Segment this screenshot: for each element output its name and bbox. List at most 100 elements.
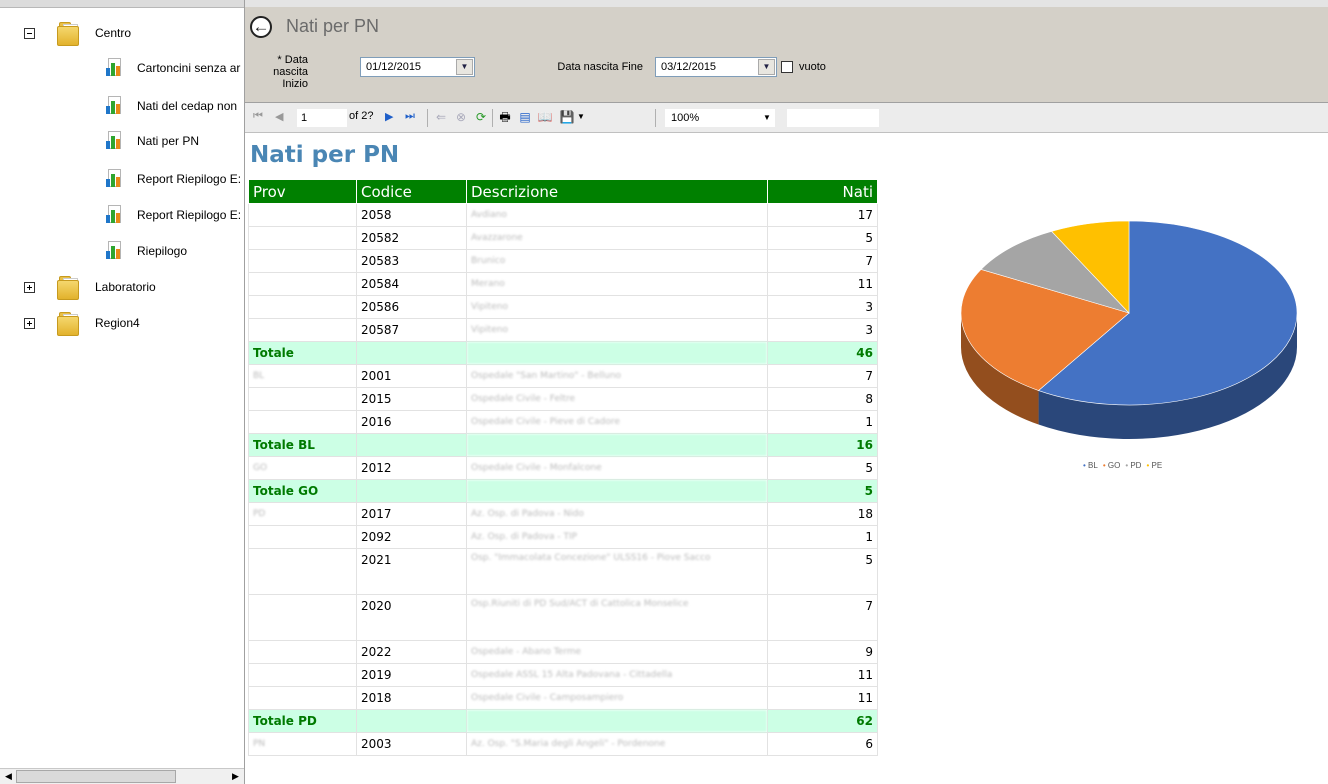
cell-codice: 20582 [356,226,467,250]
tree-report-item[interactable]: Riepilogo [104,239,247,263]
cell-nati: 5 [767,456,878,480]
page-number-input[interactable]: 1 [297,109,347,127]
table-header-row: Prov Codice Descrizione Nati [248,179,878,204]
tree-horizontal-scrollbar[interactable]: ◀ ▶ [0,768,244,784]
legend-label: PD [1130,461,1142,470]
scroll-left-icon[interactable]: ◀ [1,770,16,783]
cell-nati: 62 [767,709,878,733]
dropdown-arrow-icon[interactable]: ▼ [759,109,775,127]
cell-codice: 2022 [356,640,467,664]
report-chart-icon [104,96,122,116]
dropdown-arrow-icon[interactable]: ▼ [456,59,473,75]
cell-descr: Brunico [466,249,768,273]
cell-prov: Totale [248,341,357,365]
tree-report-label: Cartoncini senza ar [137,61,241,75]
page-setup-icon[interactable]: 📖 [537,110,553,125]
column-header-descrizione: Descrizione [466,179,768,204]
report-header-title: Nati per PN [286,16,380,36]
tree-report-item[interactable]: Cartoncini senza ar [104,56,247,80]
cell-codice: 2092 [356,525,467,549]
table-row: 20583 Brunico 7 [248,249,878,273]
cell-nati: 1 [767,525,878,549]
cell-prov [248,249,357,273]
start-date-picker[interactable]: 01/12/2015 ▼ [360,57,475,77]
table-row: PD 2017 Az. Osp. di Padova - Nido 18 [248,502,878,526]
print-layout-icon[interactable]: ▤ [517,110,533,125]
cell-codice [356,479,467,503]
table-row: 2019 Ospedale ASSL 15 Alta Padovana - Cit… [248,663,878,687]
dropdown-arrow-icon[interactable]: ▼ [758,59,775,75]
column-header-codice: Codice [356,179,467,204]
cell-prov: Totale GO [248,479,357,503]
tree-report-item[interactable]: Report Riepilogo E: [104,167,247,191]
expand-icon[interactable] [24,317,35,329]
tree-folder-label: Region4 [95,316,140,330]
zoom-value: 100% [671,112,700,124]
expand-icon[interactable] [24,281,35,293]
legend-item-BL: • BL [1083,461,1098,470]
cell-descr: Ospedale - Abano Terme [466,640,768,664]
cell-nati: 17 [767,203,878,227]
export-dropdown-icon[interactable]: ▼ [577,112,585,121]
back-icon[interactable]: ⇐ [433,110,449,125]
table-row: PN 2003 Az. Osp. "S.Maria degli Angeli" - … [248,732,878,756]
empty-checkbox[interactable] [781,61,793,73]
column-header-prov: Prov [248,179,357,204]
toolbar-separator [655,109,656,127]
cell-prov [248,548,357,595]
start-date-value: 01/12/2015 [366,61,422,73]
end-date-picker[interactable]: 03/12/2015 ▼ [655,57,777,77]
cell-codice [356,433,467,457]
toolbar-separator [427,109,428,127]
zoom-select[interactable]: 100% ▼ [665,109,775,127]
find-text-input[interactable] [787,109,879,127]
cell-nati: 18 [767,502,878,526]
legend-item-PD: • PD [1125,461,1141,470]
cell-nati: 7 [767,594,878,641]
tree-folder-laboratorio[interactable]: Laboratorio [24,272,156,302]
tree-folder-centro[interactable]: Centro [24,18,131,48]
tree-folder-region4[interactable]: Region4 [24,308,140,338]
cell-nati: 8 [767,387,878,411]
table-row: 20586 Vipiteno 3 [248,295,878,319]
cell-codice: 2017 [356,502,467,526]
back-arrow-icon[interactable]: ← [250,16,272,38]
tree-report-item[interactable]: Report Riepilogo E: [104,203,247,227]
cell-codice: 2021 [356,548,467,595]
collapse-icon[interactable] [24,27,35,39]
toolbar-separator [492,109,493,127]
first-page-icon[interactable]: ⏮ [253,110,263,123]
cell-descr: Osp.Riuniti di PD Sud/ACT di Cattolica M… [466,594,768,641]
cell-prov [248,663,357,687]
cell-descr [466,341,768,365]
cell-nati: 11 [767,272,878,296]
tree-report-item[interactable]: Nati del cedap non [104,94,247,118]
print-icon[interactable]: 🖶 [497,110,513,125]
table-total-row: Totale BL 16 [248,433,878,457]
cell-nati: 1 [767,410,878,434]
cell-codice: 2001 [356,364,467,388]
report-chart-icon [104,169,122,189]
table-row: 2022 Ospedale - Abano Terme 9 [248,640,878,664]
cell-prov [248,594,357,641]
table-row: 20587 Vipiteno 3 [248,318,878,342]
stop-icon[interactable]: ⊗ [453,110,469,125]
previous-page-icon[interactable]: ◀ [275,110,283,123]
table-row: 2092 Az. Osp. di Padova - TIP 1 [248,525,878,549]
refresh-icon[interactable]: ⟳ [473,110,489,125]
last-page-icon[interactable]: ⏭ [405,110,415,123]
cell-nati: 11 [767,663,878,687]
scroll-right-icon[interactable]: ▶ [228,770,243,783]
scrollbar-thumb[interactable] [16,770,176,783]
cell-prov [248,387,357,411]
cell-nati: 6 [767,732,878,756]
tree-report-item[interactable]: Nati per PN [104,129,247,153]
next-page-icon[interactable]: ▶ [385,110,393,123]
cell-codice: 20583 [356,249,467,273]
cell-descr: Avazzarone [466,226,768,250]
cell-codice: 2058 [356,203,467,227]
chart-legend: • BL • GO • PD • PE [1083,461,1167,470]
table-body: 2058 Avdiano 17 20582 Avazzarone 5 20583 Brunic… [248,203,878,756]
tree-folder-label: Centro [95,26,132,40]
export-icon[interactable]: 💾 [559,110,575,125]
